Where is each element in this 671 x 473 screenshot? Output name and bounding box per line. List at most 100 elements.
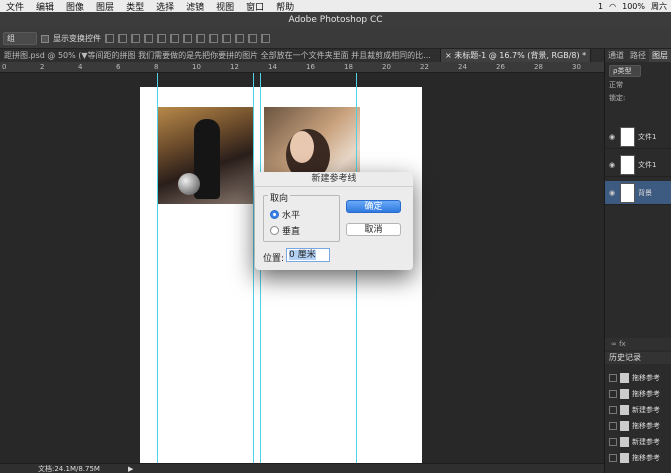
right-panels: 通道 路径 图层 ρ类型 正常 锁定: ◉ 文件1 ◉ 文件1 ◉ 背景 ∞ f…: [604, 49, 671, 473]
auto-align-icon[interactable]: [261, 34, 270, 43]
cancel-button[interactable]: 取消: [346, 223, 401, 236]
position-label: 位置:: [263, 254, 285, 264]
menubar-status: 1 ◠ 100% 周六: [598, 0, 667, 12]
link-layers-icon[interactable]: ∞: [611, 340, 617, 348]
user-menu[interactable]: 周六: [651, 1, 667, 12]
ruler-tick: 28: [534, 63, 543, 71]
document-canvas[interactable]: [140, 87, 422, 463]
align-top-icon[interactable]: [105, 34, 114, 43]
history-item[interactable]: 拖移参考: [605, 370, 671, 385]
notification-count[interactable]: 1: [598, 2, 603, 11]
history-label: 拖移参考: [632, 373, 660, 382]
lock-label: 锁定:: [609, 94, 626, 102]
menu-filter[interactable]: 滤镜: [180, 0, 210, 13]
layer-name[interactable]: 文件1: [638, 132, 656, 142]
ruler-tick: 14: [268, 63, 277, 71]
ruler-tick: 16: [306, 63, 315, 71]
ok-button[interactable]: 确定: [346, 200, 401, 213]
orientation-legend: 取向: [268, 191, 291, 204]
dialog-title: 新建参考线: [255, 172, 413, 187]
align-vcenter-icon[interactable]: [118, 34, 127, 43]
tab-document-1[interactable]: 距拼图.psd @ 50% (▼等间距的拼图 我们需要做的是先把你要拼的图片 全…: [0, 49, 441, 62]
layer-thumbnail: [620, 126, 635, 147]
menu-layer[interactable]: 图层: [90, 0, 120, 13]
blend-mode-select[interactable]: 正常: [609, 80, 667, 91]
history-item[interactable]: 新建参考: [605, 402, 671, 417]
tab-document-2[interactable]: × 未标题-1 @ 16.7% (背景, RGB/8) *: [441, 49, 592, 62]
tab-paths[interactable]: 路径: [627, 49, 649, 62]
layer-thumbnail: [620, 182, 635, 203]
wifi-icon[interactable]: ◠: [609, 2, 616, 11]
layer-name[interactable]: 背景: [638, 188, 652, 198]
guide-line[interactable]: [157, 73, 158, 463]
menu-type[interactable]: 类型: [120, 0, 150, 13]
battery-level[interactable]: 100%: [622, 2, 645, 11]
menu-edit[interactable]: 编辑: [30, 0, 60, 13]
menu-image[interactable]: 图像: [60, 0, 90, 13]
history-item[interactable]: 拖移参考: [605, 450, 671, 465]
menu-select[interactable]: 选择: [150, 0, 180, 13]
visibility-eye-icon[interactable]: ◉: [609, 189, 617, 197]
layer-kind-filter[interactable]: ρ类型: [609, 65, 641, 77]
app-title: Adobe Photoshop CC: [288, 15, 383, 25]
distribute-hcenter-icon[interactable]: [235, 34, 244, 43]
fx-icon[interactable]: fx: [619, 340, 626, 348]
distribute-top-icon[interactable]: [183, 34, 192, 43]
photo-woman-with-helmet[interactable]: [158, 107, 254, 204]
menu-file[interactable]: 文件: [0, 0, 30, 13]
history-item[interactable]: 拖移参考: [605, 386, 671, 401]
position-value[interactable]: 0 厘米: [289, 250, 316, 260]
guide-line[interactable]: [253, 73, 254, 463]
ruler-tick: 10: [192, 63, 201, 71]
radio-horizontal[interactable]: 水平: [270, 208, 300, 221]
menu-help[interactable]: 帮助: [270, 0, 300, 13]
history-item[interactable]: 拖移参考: [605, 418, 671, 433]
distribute-left-icon[interactable]: [222, 34, 231, 43]
layer-row-background[interactable]: ◉ 背景: [605, 181, 671, 205]
layer-name[interactable]: 文件1: [638, 160, 656, 170]
ruler-tick: 4: [78, 63, 83, 71]
distribute-vcenter-icon[interactable]: [196, 34, 205, 43]
horizontal-ruler[interactable]: 0 2 4 6 8 10 12 14 16 18 20 22 24 26 28 …: [0, 62, 604, 73]
show-transform-checkbox[interactable]: [41, 34, 49, 43]
radio-vertical[interactable]: 垂直: [270, 224, 300, 237]
ruler-tick: 20: [382, 63, 391, 71]
history-panel-title[interactable]: 历史记录: [605, 352, 671, 364]
doc-info[interactable]: 文档:24.1M/8.75M: [38, 465, 100, 473]
tab-channels[interactable]: 通道: [605, 49, 627, 62]
history-step-icon: [620, 436, 629, 447]
history-checkbox[interactable]: [609, 405, 617, 414]
radio-horizontal-button[interactable]: [270, 210, 279, 219]
ruler-tick: 22: [420, 63, 429, 71]
visibility-eye-icon[interactable]: ◉: [609, 133, 617, 141]
history-checkbox[interactable]: [609, 373, 617, 382]
distribute-bottom-icon[interactable]: [209, 34, 218, 43]
radio-vertical-button[interactable]: [270, 226, 279, 235]
align-left-icon[interactable]: [144, 34, 153, 43]
menu-view[interactable]: 视图: [210, 0, 240, 13]
history-checkbox[interactable]: [609, 437, 617, 446]
align-hcenter-icon[interactable]: [157, 34, 166, 43]
auto-select-dropdown[interactable]: 组: [3, 32, 37, 45]
ruler-tick: 18: [344, 63, 353, 71]
tab-layers[interactable]: 图层: [649, 49, 671, 62]
history-step-icon: [620, 452, 629, 463]
ruler-tick: 12: [230, 63, 239, 71]
visibility-eye-icon[interactable]: ◉: [609, 161, 617, 169]
history-checkbox[interactable]: [609, 421, 617, 430]
distribute-right-icon[interactable]: [248, 34, 257, 43]
position-input[interactable]: 0 厘米: [286, 248, 330, 262]
menu-window[interactable]: 窗口: [240, 0, 270, 13]
ruler-tick: 0: [2, 63, 7, 71]
align-bottom-icon[interactable]: [131, 34, 140, 43]
ruler-tick: 2: [40, 63, 45, 71]
layer-row[interactable]: ◉ 文件1: [605, 125, 671, 149]
layer-row[interactable]: ◉ 文件1: [605, 153, 671, 177]
options-bar: 组 显示变换控件: [0, 29, 671, 49]
align-right-icon[interactable]: [170, 34, 179, 43]
history-checkbox[interactable]: [609, 453, 617, 462]
history-checkbox[interactable]: [609, 389, 617, 398]
panel-tabs: 通道 路径 图层: [605, 49, 671, 62]
history-item[interactable]: 新建参考: [605, 434, 671, 449]
status-menu-arrow-icon[interactable]: ▶: [128, 464, 133, 473]
